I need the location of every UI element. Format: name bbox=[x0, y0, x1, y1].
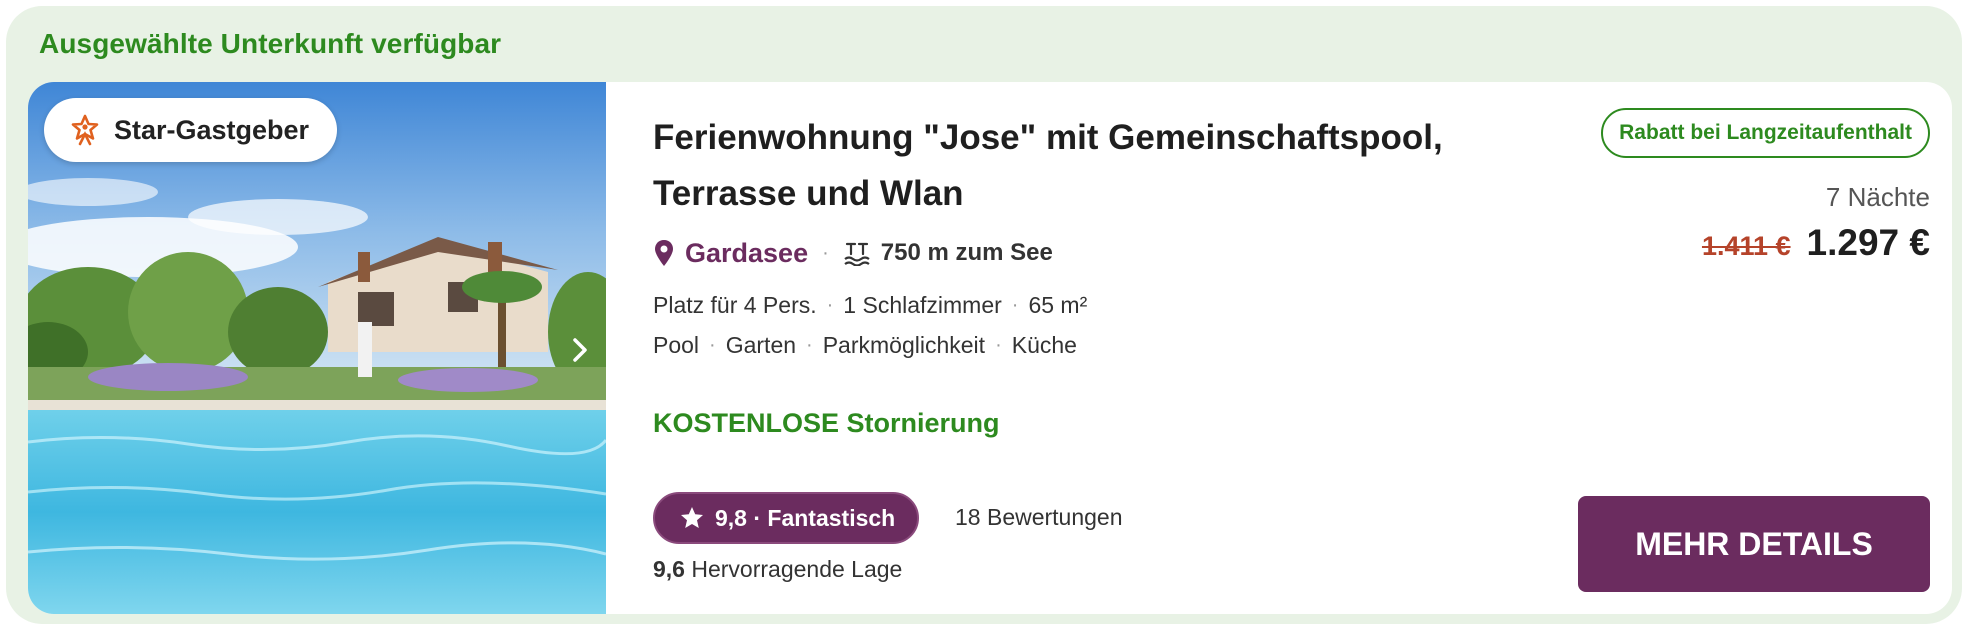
listing-title-line2: Terrasse und Wlan bbox=[653, 174, 964, 213]
separator-dot: · bbox=[709, 334, 716, 356]
featured-listing-container: Ausgewählte Unterkunft verfügbar Star-Ga… bbox=[6, 6, 1962, 624]
amenity-garden: Garten bbox=[725, 332, 797, 358]
chevron-right-icon bbox=[573, 338, 587, 362]
fact-bedrooms: 1 Schlafzimmer bbox=[843, 292, 1002, 318]
location-row: Gardasee · 750 m zum See bbox=[653, 236, 1053, 270]
star-icon bbox=[681, 507, 703, 528]
lake-distance-icon bbox=[844, 242, 870, 266]
location-score: 9,6 Hervorragende Lage bbox=[653, 556, 902, 583]
star-person-icon bbox=[71, 114, 99, 146]
listing-title-line1: Ferienwohnung "Jose" mit Gemeinschaftspo… bbox=[653, 118, 1443, 157]
amenities-row: Pool · Garten · Parkmöglichkeit · Küche bbox=[653, 332, 1077, 359]
separator-dot: · bbox=[822, 241, 829, 264]
free-cancellation-label: KOSTENLOSE Stornierung bbox=[653, 408, 1000, 438]
listing-card[interactable]: Star-Gastgeber Ferienwohnung "Jose" mit … bbox=[28, 82, 1952, 614]
location-score-label: Hervorragende Lage bbox=[691, 556, 903, 582]
original-price: 1.411 € bbox=[1701, 231, 1791, 261]
star-host-label: Star-Gastgeber bbox=[114, 114, 310, 145]
location-score-value: 9,6 bbox=[653, 556, 685, 582]
separator-dot: · bbox=[806, 334, 813, 356]
fact-guests: Platz für 4 Pers. bbox=[653, 292, 817, 318]
nights-count: 7 Nächte bbox=[1825, 182, 1930, 212]
featured-banner: Ausgewählte Unterkunft verfügbar bbox=[39, 28, 502, 59]
star-host-badge: Star-Gastgeber bbox=[44, 98, 338, 162]
facts-row: Platz für 4 Pers. · 1 Schlafzimmer · 65 … bbox=[653, 292, 1087, 319]
amenity-parking: Parkmöglichkeit bbox=[822, 332, 986, 358]
price-row: 1.411 € 1.297 € bbox=[1702, 222, 1930, 264]
location-place: Gardasee bbox=[685, 237, 809, 268]
separator-dot: · bbox=[826, 294, 834, 316]
lake-distance: 750 m zum See bbox=[880, 239, 1053, 266]
next-photo-button[interactable] bbox=[562, 330, 598, 370]
listing-title[interactable]: Ferienwohnung "Jose" mit Gemeinschaftspo… bbox=[653, 110, 1493, 222]
amenity-kitchen: Küche bbox=[1011, 332, 1077, 358]
fact-size: 65 m² bbox=[1028, 292, 1088, 318]
separator-dot: · bbox=[1011, 294, 1019, 316]
current-price: 1.297 € bbox=[1806, 222, 1930, 263]
rating-badge: 9,8 · Fantastisch bbox=[653, 492, 920, 544]
map-pin-icon bbox=[655, 240, 673, 266]
separator-dot: · bbox=[995, 334, 1002, 356]
more-details-button[interactable]: MEHR DETAILS bbox=[1578, 496, 1930, 592]
long-stay-discount-badge: Rabatt bei Langzeitaufenthalt bbox=[1601, 108, 1930, 158]
rating-label: 9,8 · Fantastisch bbox=[715, 504, 896, 531]
listing-photo[interactable]: Star-Gastgeber bbox=[28, 82, 606, 614]
amenity-pool: Pool bbox=[653, 332, 700, 358]
review-count[interactable]: 18 Bewertungen bbox=[955, 504, 1123, 531]
